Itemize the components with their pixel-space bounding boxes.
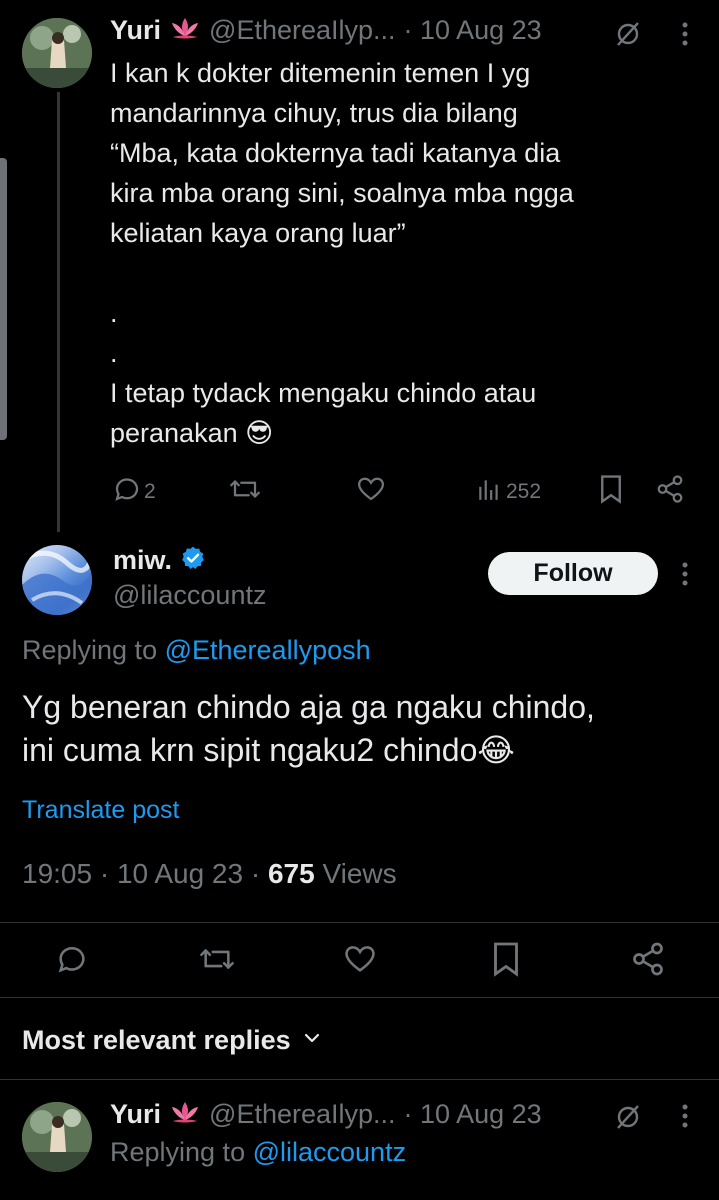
divider [0,922,719,923]
chevron-down-icon [303,1031,321,1050]
display-name[interactable]: Yuri [110,1099,161,1130]
bookmark-icon[interactable] [491,941,521,982]
avatar-image [22,18,92,88]
retweet-icon[interactable] [228,474,262,509]
lotus-icon [169,1100,201,1129]
grok-icon[interactable] [614,1103,642,1136]
grok-icon[interactable] [614,20,642,53]
display-name[interactable]: miw. [113,545,172,576]
views-count: 675 [267,858,315,889]
avatar[interactable] [22,18,92,88]
post-date[interactable]: · 10 Aug 23 [404,15,542,46]
replying-to: Replying to @Ethereallyposh [22,635,371,666]
divider [0,1079,719,1080]
divider [0,997,719,998]
views-chart-icon [476,476,502,507]
avatar-image [22,1102,92,1172]
avatar[interactable] [22,545,92,615]
reply-icon [112,474,142,509]
like-icon[interactable] [341,942,379,981]
bookmark-icon[interactable] [598,474,624,509]
replies-sort-label: Most relevant replies [22,1025,291,1055]
post-timestamp[interactable]: 19:05 · 10 Aug 23 · [22,858,268,889]
replying-to-link[interactable]: @Ethereallyposh [165,635,371,665]
like-icon[interactable] [355,474,387,509]
more-options-icon[interactable] [681,22,689,51]
tweet-text: Yg beneran chindo aja ga ngaku chindo, i… [22,689,595,768]
post-date[interactable]: · 10 Aug 23 [404,1099,542,1130]
display-name[interactable]: Yuri [110,15,161,46]
replying-to: Replying to @lilaccountz [110,1137,406,1168]
views-count: 252 [506,479,542,503]
avatar[interactable] [22,1102,92,1172]
replying-to-link[interactable]: @lilaccountz [253,1137,406,1167]
handle[interactable]: @lilaccountz [113,580,266,611]
handle[interactable]: @EthereaIlyp... [209,15,396,46]
share-icon[interactable] [655,474,685,509]
reply-icon[interactable] [54,942,90,981]
handle[interactable]: @EthereaIlyp... [209,1099,396,1130]
views-label: Views [314,858,397,889]
display-name-row: miw. [113,545,206,576]
more-options-icon[interactable] [681,562,689,591]
verified-badge-icon[interactable] [180,545,206,576]
retweet-icon[interactable] [197,942,237,981]
reply-count: 2 [144,479,156,503]
post-metadata: 19:05 · 10 Aug 23 · 675 Views [22,858,397,890]
translate-post-link[interactable]: Translate post [22,796,179,825]
scrollbar-handle[interactable] [0,158,7,440]
lotus-icon [169,16,201,45]
more-options-icon[interactable] [681,1104,689,1133]
follow-button[interactable]: Follow [488,552,658,595]
replying-to-label: Replying to [110,1137,253,1167]
reply-action[interactable]: 2 [112,474,156,509]
replies-sort-dropdown[interactable]: Most relevant replies [22,1025,321,1056]
views-action[interactable]: 252 [476,476,541,507]
thread-connector-line [57,92,60,532]
tweet-text: I kan k dokter ditemenin temen I yg mand… [110,58,574,448]
avatar-image [22,550,92,615]
replying-to-label: Replying to [22,635,165,665]
share-icon[interactable] [630,941,666,982]
